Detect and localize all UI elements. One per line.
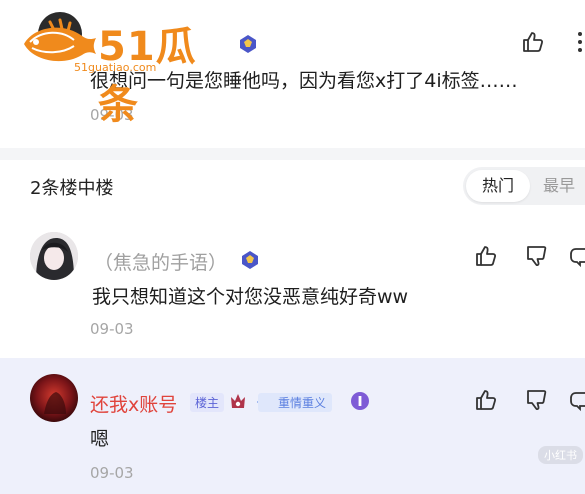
corner-watermark: 小红书 — [538, 446, 583, 464]
reply-item: （焦急的手语） 我只想知道这个对您没恶意纯好奇ww 09-03 — [0, 212, 585, 358]
reply-avatar[interactable] — [30, 232, 78, 280]
sort-hot-button[interactable]: 热门 — [466, 170, 530, 202]
avatar-image — [30, 374, 78, 422]
thumb-up-icon[interactable] — [473, 243, 499, 269]
reply-avatar[interactable] — [30, 374, 78, 422]
reply-icon[interactable] — [568, 243, 585, 269]
section-divider — [0, 148, 585, 160]
rank-badge-icon — [242, 251, 258, 269]
rank-badge-icon — [240, 35, 256, 53]
reply-item-highlighted: 还我x账号 楼主 4 重情重义 嗯 09-03 小红书 — [0, 358, 585, 494]
level-label: 重情重义 — [258, 393, 333, 412]
thumb-up-icon[interactable] — [473, 387, 499, 413]
reply-date: 09-03 — [90, 464, 134, 482]
reply-icon[interactable] — [568, 387, 585, 413]
more-icon[interactable] — [575, 29, 585, 55]
thumb-up-icon[interactable] — [520, 29, 546, 55]
avatar-image — [30, 232, 78, 280]
watermark-logo: 51瓜条 51guatiao.com — [20, 14, 230, 128]
reply-username[interactable]: 还我x账号 — [90, 390, 177, 417]
thumb-down-icon[interactable] — [523, 243, 549, 269]
reply-username[interactable]: （焦急的手语） — [94, 248, 227, 275]
thread-title: 2条楼中楼 — [30, 178, 114, 199]
watermark-url: 51guatiao.com — [74, 61, 157, 74]
reply-date: 09-03 — [90, 320, 134, 338]
thumb-down-icon[interactable] — [523, 387, 549, 413]
owner-tag: 楼主 — [190, 393, 225, 412]
fish-logo-icon — [24, 18, 96, 62]
sort-latest-button[interactable]: 最早 — [543, 170, 575, 202]
reply-text: 嗯 — [90, 428, 110, 450]
reply-text: 我只想知道这个对您没恶意纯好奇ww — [92, 286, 409, 308]
medal-badge-icon — [351, 392, 369, 410]
crown-badge-icon — [231, 394, 245, 408]
